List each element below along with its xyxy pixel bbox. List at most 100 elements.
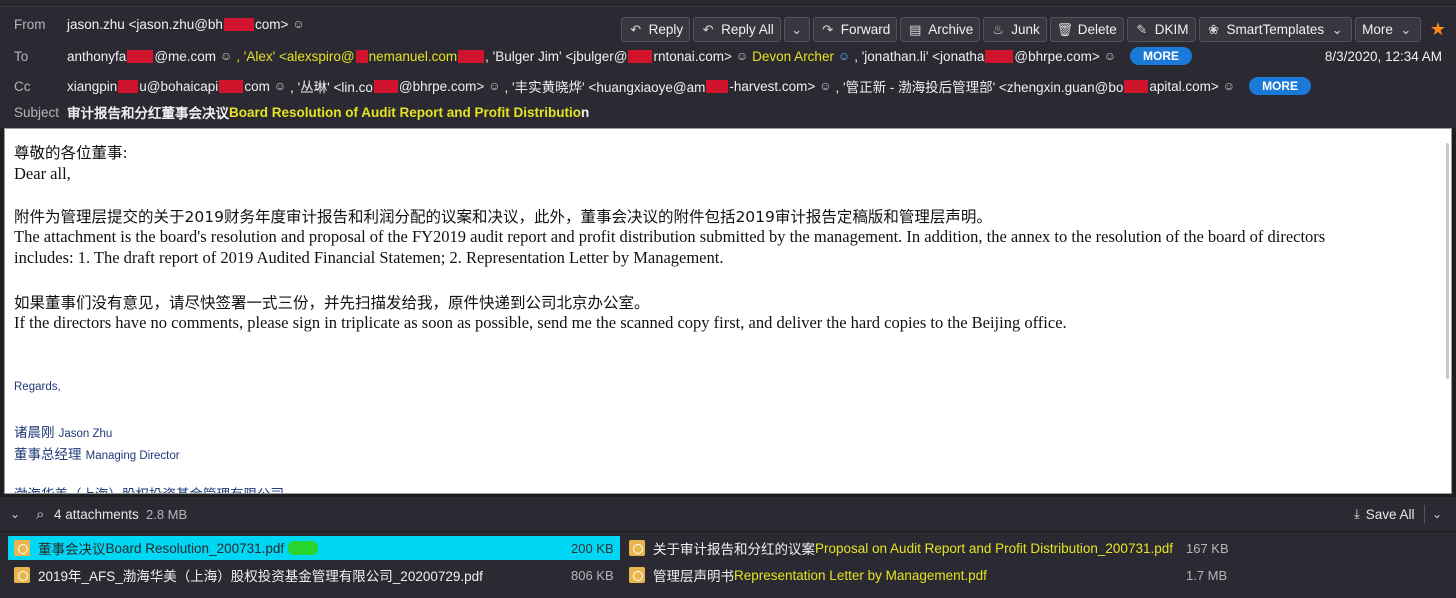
signature-title-english: Managing Director bbox=[85, 450, 180, 462]
forward-button[interactable]: ↷ Forward bbox=[812, 17, 898, 42]
delete-button[interactable]: 🗑 Delete bbox=[1049, 17, 1124, 42]
message-date: 8/3/2020, 12:34 AM bbox=[1324, 48, 1442, 64]
recipient-1-end: @me.com bbox=[154, 48, 217, 64]
signature-title: 董事总经理 Managing Director bbox=[14, 443, 180, 464]
divider bbox=[1424, 505, 1425, 523]
recipient-2-start: , 'Alex' <alexspiro@ bbox=[236, 48, 355, 64]
attachment-size: 1.7 MB bbox=[1186, 567, 1228, 583]
from-value[interactable]: jason.zhu <jason.zhu@bh com> ☺ bbox=[67, 17, 309, 32]
redaction bbox=[1124, 79, 1149, 93]
junk-button[interactable]: ♨ Junk bbox=[983, 17, 1047, 42]
pdf-file-icon bbox=[629, 540, 645, 556]
chevron-down-icon: ⌄ bbox=[1331, 21, 1343, 37]
contact-icon[interactable]: ☺ bbox=[838, 49, 850, 63]
star-icon[interactable]: ★ bbox=[1430, 19, 1446, 40]
from-label: From bbox=[14, 16, 46, 32]
redaction bbox=[706, 79, 729, 93]
reply-all-dropdown[interactable]: ⌄ bbox=[783, 17, 810, 42]
redaction bbox=[127, 49, 154, 63]
paragraph-1-english-line-2: includes: 1. The draft report of 2019 Au… bbox=[14, 248, 724, 267]
smart-templates-button[interactable]: ❀ SmartTemplates ⌄ bbox=[1198, 17, 1353, 42]
signature-title-chinese: 董事总经理 bbox=[14, 447, 82, 463]
address-book-icon[interactable]: ☺ bbox=[736, 49, 748, 63]
address-book-icon[interactable]: ☺ bbox=[488, 79, 500, 93]
cc-2-end: @bhrpe.com> bbox=[398, 78, 485, 94]
reply-all-icon: ↶ bbox=[702, 21, 714, 37]
delete-label: Delete bbox=[1077, 22, 1117, 37]
attachment-bar: ⌄ ⌕ 4 attachments 2.8 MB ⤓ Save All ⌄ bbox=[0, 497, 1456, 531]
reply-button[interactable]: ↶ Reply bbox=[620, 17, 691, 42]
cc-1-mid: u@bohaicapi bbox=[139, 78, 219, 94]
dkim-icon: ✎ bbox=[1136, 21, 1148, 37]
cc-4-end: apital.com> bbox=[1149, 78, 1219, 94]
attachment-size: 806 KB bbox=[571, 567, 614, 583]
cc-4-start: , '管正新 - 渤海投后管理部' <zhengxin.guan@bo bbox=[835, 80, 1124, 95]
attachment-count[interactable]: 4 attachments bbox=[54, 507, 139, 522]
attachment-list: 董事会决议 Board Resolution_200731.pdf 200 KB … bbox=[0, 532, 1456, 598]
attachment-name-english: Board Resolution_200731.pdf bbox=[105, 540, 285, 556]
signature-name-chinese: 诸晨刚 bbox=[14, 425, 55, 441]
attachment-item[interactable]: 管理层声明书 Representation Letter by Managemen… bbox=[629, 563, 1239, 587]
attachment-item[interactable]: 2019年_AFS_渤海华美（上海）股权投资基金管理有限公司_20200729.… bbox=[14, 563, 620, 587]
recipient-3-start: 'Bulger Jim' <jbulger@ bbox=[492, 48, 628, 64]
recipient-2-end: nemanuel.com bbox=[368, 48, 458, 64]
paragraph-2-english: If the directors have no comments, pleas… bbox=[14, 313, 1067, 332]
cc-row: Cc xiangpin u@bohaicapi com ☺ , '丛琳' <li… bbox=[0, 74, 1456, 98]
redaction bbox=[219, 79, 244, 93]
redaction bbox=[355, 49, 368, 63]
signature-name: 诸晨刚 Jason Zhu bbox=[14, 421, 112, 442]
chevron-down-icon: ⌄ bbox=[1400, 21, 1412, 37]
collapse-attachments-icon[interactable]: ⌄ bbox=[10, 507, 20, 521]
attachment-item[interactable]: 关于审计报告和分红的议案 Proposal on Audit Report an… bbox=[629, 536, 1239, 560]
address-book-icon[interactable]: ☺ bbox=[1223, 79, 1235, 93]
attachment-total-size: 2.8 MB bbox=[146, 506, 188, 522]
redaction bbox=[118, 79, 139, 93]
smart-templates-label: SmartTemplates bbox=[1226, 22, 1325, 37]
smart-templates-icon: ❀ bbox=[1208, 21, 1219, 37]
chevron-down-icon[interactable]: ⌄ bbox=[1432, 507, 1442, 521]
dkim-label: DKIM bbox=[1154, 22, 1189, 37]
cc-3-start: , '丰实黄晓烨' <huangxiaoye@am bbox=[504, 80, 706, 95]
subject-row: Subject 审计报告和分红董事会决议 Board Resolution of … bbox=[0, 100, 1456, 124]
save-all-label: Save All bbox=[1365, 506, 1415, 522]
highlight-mark bbox=[288, 541, 319, 555]
more-button[interactable]: More ⌄ bbox=[1355, 17, 1421, 42]
regards: Regards, bbox=[14, 381, 61, 393]
cc-more-button[interactable]: MORE bbox=[1249, 77, 1312, 95]
recipient-3-end: rntonai.com> bbox=[653, 48, 732, 64]
greeting-english: Dear all, bbox=[14, 164, 71, 183]
reply-all-label: Reply All bbox=[721, 22, 774, 37]
pdf-file-icon bbox=[629, 567, 645, 583]
junk-label: Junk bbox=[1011, 22, 1040, 37]
attachment-name-chinese: 关于审计报告和分红的议案 bbox=[653, 542, 815, 557]
archive-button[interactable]: ▤ Archive bbox=[900, 17, 981, 42]
address-book-icon[interactable]: ☺ bbox=[292, 17, 304, 31]
reply-all-button[interactable]: ↶ Reply All bbox=[693, 17, 781, 42]
save-all-button[interactable]: ⤓ Save All bbox=[1354, 506, 1415, 522]
junk-icon: ♨ bbox=[992, 21, 1005, 37]
redaction bbox=[223, 17, 254, 31]
message-body: 尊敬的各位董事: Dear all, 附件为管理层提交的关于2019财务年度审计… bbox=[4, 128, 1452, 494]
subject-tail: n bbox=[580, 104, 590, 120]
recipient-5-start: , 'jonathan.li' <jonatha bbox=[854, 48, 985, 64]
attachment-item[interactable]: 董事会决议 Board Resolution_200731.pdf 200 KB bbox=[8, 536, 620, 560]
archive-icon: ▤ bbox=[909, 21, 922, 37]
dkim-button[interactable]: ✎ DKIM bbox=[1126, 17, 1196, 42]
to-label: To bbox=[14, 48, 29, 64]
forward-icon: ↷ bbox=[822, 21, 834, 37]
redaction bbox=[458, 49, 485, 63]
address-book-icon[interactable]: ☺ bbox=[819, 79, 831, 93]
redaction bbox=[628, 49, 653, 63]
attachment-name: 2019年_AFS_渤海华美（上海）股权投资基金管理有限公司_20200729.… bbox=[38, 569, 483, 584]
address-book-icon[interactable]: ☺ bbox=[1104, 49, 1116, 63]
cc-recipients[interactable]: xiangpin u@bohaicapi com ☺ , '丛琳' <lin.c… bbox=[67, 76, 1312, 96]
forward-label: Forward bbox=[840, 22, 891, 37]
address-book-icon[interactable]: ☺ bbox=[220, 49, 232, 63]
cc-label: Cc bbox=[14, 78, 31, 94]
address-book-icon[interactable]: ☺ bbox=[274, 79, 286, 93]
message-toolbar: ↶ Reply ↶ Reply All ⌄ ↷ Forward ▤ Archive ♨ J… bbox=[620, 17, 1446, 42]
body-scrollbar[interactable] bbox=[1446, 143, 1449, 379]
to-more-button[interactable]: MORE bbox=[1130, 47, 1192, 65]
signature-name-english: Jason Zhu bbox=[58, 428, 113, 440]
to-recipients[interactable]: anthonyfa @me.com ☺ , 'Alex' <alexspiro@… bbox=[67, 47, 1192, 65]
